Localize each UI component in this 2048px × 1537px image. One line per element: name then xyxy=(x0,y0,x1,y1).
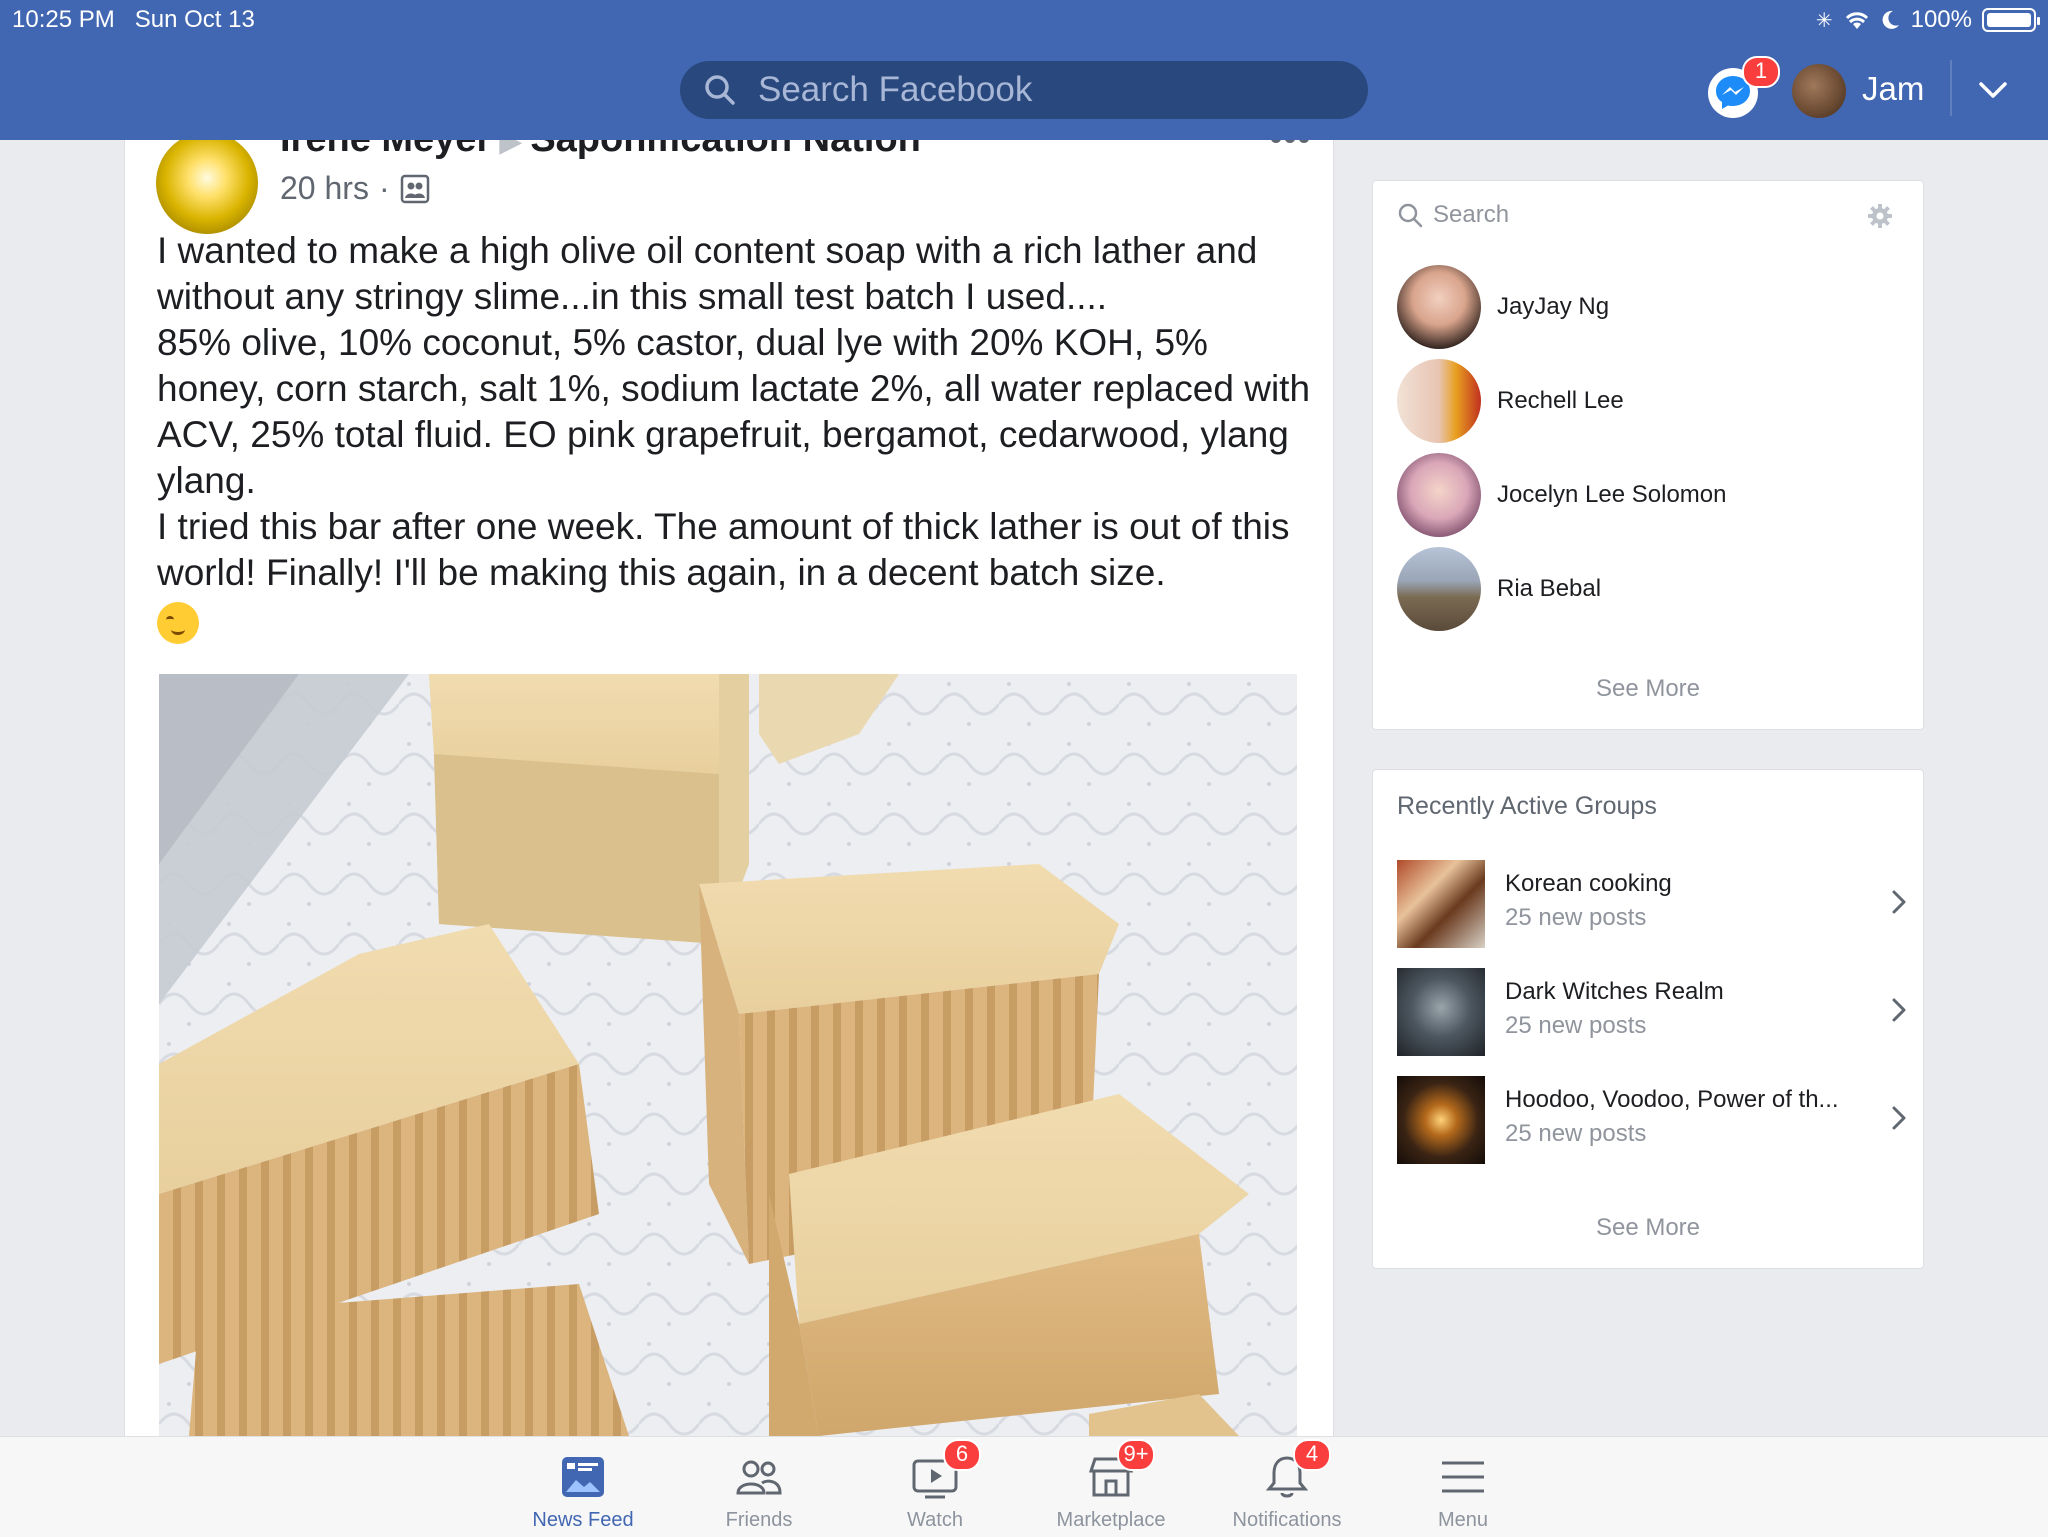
contacts-search-placeholder: Search xyxy=(1433,201,1510,228)
post-photo[interactable] xyxy=(159,674,1297,1436)
contacts-card: Search JayJay Ng Rechell Lee Jocelyn Lee… xyxy=(1372,180,1924,730)
watch-badge: 6 xyxy=(943,1439,981,1471)
news-feed-post: Irene Meyer ▶ Saponification Nation ••• 20… xyxy=(124,140,1334,1436)
group-thumbnail xyxy=(1397,968,1485,1056)
contact-avatar xyxy=(1397,359,1481,443)
messenger-badge: 1 xyxy=(1742,56,1780,88)
post-text: I wanted to make a high olive oil conten… xyxy=(157,228,1317,655)
triangle-right-icon: ▶ xyxy=(499,140,523,158)
wifi-icon xyxy=(1845,12,1868,29)
chevron-down-icon[interactable] xyxy=(1978,80,2008,100)
contact-name: Rechell Lee xyxy=(1497,387,1624,414)
profile-avatar[interactable] xyxy=(1792,64,1846,118)
search-icon xyxy=(705,75,735,105)
contacts-search-input[interactable]: Search xyxy=(1397,201,1509,229)
groups-see-more[interactable]: See More xyxy=(1373,1214,1923,1242)
search-icon xyxy=(1398,203,1423,228)
chevron-right-icon xyxy=(1892,1106,1906,1130)
tab-label: Watch xyxy=(907,1509,963,1531)
search-facebook-input[interactable]: Search Facebook xyxy=(680,61,1368,119)
group-name: Hoodoo, Voodoo, Power of th... xyxy=(1505,1086,1839,1113)
contact-avatar xyxy=(1397,265,1481,349)
status-bar: 10:25 PM Sun Oct 13 ✳ 100% xyxy=(0,0,2048,40)
top-bar: 10:25 PM Sun Oct 13 ✳ 100% Search Facebo… xyxy=(0,0,2048,140)
tab-label: Friends xyxy=(725,1509,793,1531)
contact-item[interactable]: Ria Bebal xyxy=(1397,547,1601,631)
tab-label: News Feed xyxy=(532,1509,634,1531)
contact-name: JayJay Ng xyxy=(1497,293,1610,320)
tab-watch[interactable]: 6 Watch xyxy=(850,1439,1020,1532)
author-avatar[interactable] xyxy=(156,140,258,234)
tab-label: Notifications xyxy=(1232,1509,1342,1531)
tab-menu[interactable]: Menu xyxy=(1378,1453,1548,1532)
header-divider xyxy=(1950,60,1952,116)
meta-separator: · xyxy=(378,170,390,206)
group-name[interactable]: Saponification Nation xyxy=(530,140,921,160)
post-text-line: I wanted to make a high olive oil conten… xyxy=(157,230,1258,317)
friends-icon xyxy=(736,1460,782,1495)
contact-name: Jocelyn Lee Solomon xyxy=(1497,481,1727,508)
author-name[interactable]: Irene Meyer xyxy=(280,140,491,160)
contact-item[interactable]: Jocelyn Lee Solomon xyxy=(1397,453,1726,537)
group-thumbnail xyxy=(1397,1076,1485,1164)
messenger-button[interactable]: 1 xyxy=(1708,56,1780,118)
contact-avatar xyxy=(1397,547,1481,631)
group-name: Korean cooking xyxy=(1505,870,1672,897)
smile-emoji-icon xyxy=(157,602,199,644)
bottom-tab-bar: News Feed Friends 6 Watch 9+ Marketplace… xyxy=(0,1436,2048,1537)
post-meta: 20 hrs · xyxy=(280,170,430,207)
contact-name: Ria Bebal xyxy=(1497,575,1602,602)
post-text-line: 85% olive, 10% coconut, 5% castor, dual … xyxy=(157,322,1311,501)
notifications-badge: 4 xyxy=(1293,1439,1331,1471)
status-time: 10:25 PM Sun Oct 13 xyxy=(12,6,255,33)
group-new-posts: 25 new posts xyxy=(1505,1012,1647,1039)
search-placeholder: Search Facebook xyxy=(758,70,1033,109)
chevron-right-icon xyxy=(1892,890,1906,914)
post-time[interactable]: 20 hrs xyxy=(280,170,369,207)
soap-bars-photo xyxy=(159,674,1297,1436)
contact-avatar xyxy=(1397,453,1481,537)
chevron-right-icon xyxy=(1892,998,1906,1022)
group-name: Dark Witches Realm xyxy=(1505,978,1724,1005)
menu-icon xyxy=(1442,1461,1484,1493)
recently-active-groups-card: Recently Active Groups Korean cooking 25… xyxy=(1372,769,1924,1269)
group-audience-icon xyxy=(400,174,429,203)
group-new-posts: 25 new posts xyxy=(1505,1120,1647,1147)
group-item[interactable]: Dark Witches Realm 25 new posts xyxy=(1397,968,1907,1056)
contact-item[interactable]: Rechell Lee xyxy=(1397,359,1624,443)
profile-name[interactable]: Jam xyxy=(1862,70,1924,108)
group-item[interactable]: Hoodoo, Voodoo, Power of th... 25 new po… xyxy=(1397,1076,1907,1164)
news-feed-icon xyxy=(562,1457,604,1497)
battery-icon xyxy=(1982,8,2040,32)
gear-icon[interactable] xyxy=(1867,203,1893,229)
tab-notifications[interactable]: 4 Notifications xyxy=(1202,1439,1372,1532)
group-new-posts: 25 new posts xyxy=(1505,904,1647,931)
moon-icon xyxy=(1882,10,1899,29)
group-item[interactable]: Korean cooking 25 new posts xyxy=(1397,860,1907,948)
post-text-line: I tried this bar after one week. The amo… xyxy=(157,506,1290,593)
contact-item[interactable]: JayJay Ng xyxy=(1397,265,1609,349)
post-header: Irene Meyer ▶ Saponification Nation xyxy=(280,140,921,161)
tab-marketplace[interactable]: 9+ Marketplace xyxy=(1026,1439,1196,1532)
status-right: ✳ 100% xyxy=(1815,6,2040,34)
groups-title: Recently Active Groups xyxy=(1397,792,1657,820)
more-options-icon[interactable]: ••• xyxy=(1269,140,1311,161)
tab-label: Marketplace xyxy=(1056,1509,1166,1531)
tab-label: Menu xyxy=(1437,1509,1489,1531)
tab-news-feed[interactable]: News Feed xyxy=(498,1453,668,1532)
battery-percent: 100% xyxy=(1910,6,1972,33)
marketplace-badge: 9+ xyxy=(1117,1439,1155,1471)
contacts-see-more[interactable]: See More xyxy=(1373,675,1923,703)
activity-icon: ✳ xyxy=(1815,9,1833,32)
group-thumbnail xyxy=(1397,860,1485,948)
tab-friends[interactable]: Friends xyxy=(674,1453,844,1532)
